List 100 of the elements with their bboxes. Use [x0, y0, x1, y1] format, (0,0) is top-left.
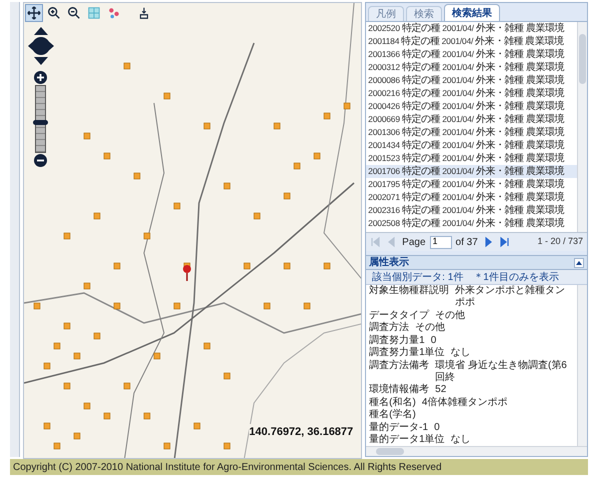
caret-icon	[576, 260, 582, 264]
attribute-value: その他	[415, 322, 446, 334]
table-cell-text: 外来・雑種	[476, 100, 524, 114]
table-cell-text: 特定の種	[402, 112, 440, 126]
table-cell: 2002071	[368, 191, 400, 204]
table-cell-text: 農業環境	[526, 204, 564, 218]
table-row[interactable]: 2001706 特定の種 2001/04/ 外来・雑種 農業環境	[366, 165, 577, 178]
attribute-label: 種名(和名)	[369, 396, 416, 408]
table-cell-text: 外来・雑種	[476, 74, 524, 88]
table-cell: 2000426	[368, 100, 400, 113]
table-cell: 2001184	[368, 35, 400, 48]
table-cell: 2001795	[368, 178, 400, 191]
record-range: 1 - 20 / 737	[537, 235, 583, 248]
page-label: Page	[402, 236, 426, 250]
table-cell: 2001/04/	[442, 152, 474, 165]
table-row[interactable]: 2001434 特定の種 2001/04/ 外来・雑種 農業環境	[366, 139, 577, 152]
table-cell-text: 農業環境	[526, 86, 564, 100]
table-cell-text: 特定の種	[402, 216, 440, 231]
zoom-out-icon	[66, 6, 81, 20]
pan-control-icon[interactable]	[28, 27, 54, 65]
scrollbar[interactable]	[366, 446, 587, 456]
attribute-label: 調査努力量1	[369, 334, 425, 346]
tab[interactable]: 検索	[406, 6, 442, 21]
table-cell-text: 外来・雑種	[476, 152, 524, 166]
table-cell-text: 外来・雑種	[476, 86, 524, 100]
table-cell: 2002316	[368, 204, 400, 217]
panel-title: 属性表示	[369, 256, 410, 270]
table-row[interactable]: 2001184 特定の種 2001/04/ 外来・雑種 農業環境	[366, 35, 577, 48]
table-cell-text: 農業環境	[526, 74, 564, 88]
table-cell-text: 農業環境	[526, 216, 564, 231]
table-cell-text: 農業環境	[526, 152, 564, 166]
attribute-value: 外来タンポポと雑種タンポポ	[455, 285, 566, 309]
scrollbar[interactable]	[577, 22, 587, 232]
attribute-value: 環境省 身近な生き物調査(第6回終	[435, 360, 568, 384]
attribute-value: 0	[434, 422, 440, 434]
slider-thumb[interactable]	[32, 120, 48, 126]
table-cell-text: 外来・雑種	[476, 190, 524, 204]
table-row[interactable]: 2002520 特定の種 2001/04/ 外来・雑種 農業環境	[366, 22, 577, 35]
pan-icon	[26, 6, 41, 20]
table-cell: 2000312	[368, 61, 400, 74]
table-cell-text: 特定の種	[402, 74, 440, 88]
table-cell: 2001/04/	[442, 217, 474, 230]
table-row[interactable]: 2000312 特定の種 2001/04/ 外来・雑種 農業環境	[366, 61, 577, 74]
table-cell-text: 農業環境	[526, 22, 564, 36]
attribute-label: 量的データ1単位	[369, 434, 445, 446]
table-cell-text: 外来・雑種	[476, 164, 524, 178]
table-cell-text: 農業環境	[526, 138, 564, 152]
attribute-value: 4倍体雑種タンポポ	[422, 396, 508, 408]
table-cell: 2000086	[368, 74, 400, 87]
table-row[interactable]: 2001523 特定の種 2001/04/ 外来・雑種 農業環境	[366, 152, 577, 165]
table-cell: 2001/04/	[442, 178, 474, 191]
attribute-label: 調査努力量1単位	[369, 347, 445, 359]
table-cell: 2001706	[368, 165, 400, 178]
table-row[interactable]: 2000669 特定の種 2001/04/ 外来・雑種 農業環境	[366, 113, 577, 126]
table-cell-text: 特定の種	[402, 138, 440, 152]
dots-icon	[106, 6, 121, 20]
scrollbar[interactable]	[577, 285, 587, 446]
table-row[interactable]: 2001366 特定の種 2001/04/ 外来・雑種 農業環境	[366, 48, 577, 61]
zoom-in-icon	[46, 6, 61, 20]
table-cell-text: 農業環境	[526, 60, 564, 74]
table-row[interactable]: 2002508 特定の種 2001/04/ 外来・雑種 農業環境	[366, 217, 577, 230]
table-row[interactable]: 2002316 特定の種 2001/04/ 外来・雑種 農業環境	[366, 204, 577, 217]
table-row[interactable]: 2001306 特定の種 2001/04/ 外来・雑種 農業環境	[366, 126, 577, 139]
table-cell-text: 特定の種	[402, 190, 440, 204]
attribute-value: 52	[435, 384, 446, 396]
table-cell-text: 外来・雑種	[476, 112, 524, 126]
collapse-button[interactable]	[574, 258, 584, 268]
table-row[interactable]: 2002071 特定の種 2001/04/ 外来・雑種 農業環境	[366, 191, 577, 204]
copyright-text: Copyright (C) 2007-2010 National Institute for Agro-Environmental Sciences. All Rights Reserved	[13, 460, 442, 474]
table-cell: 2001/04/	[442, 113, 474, 126]
zoom-slider[interactable]	[34, 85, 46, 153]
toolbar-button[interactable]	[24, 4, 43, 22]
tab[interactable]: 検索結果	[444, 4, 500, 21]
page-input[interactable]: 1	[430, 236, 452, 248]
table-cell: 2001/04/	[442, 48, 474, 61]
table-cell-text: 農業環境	[526, 48, 564, 62]
table-row[interactable]: 2000086 特定の種 2001/04/ 外来・雑種 農業環境	[366, 74, 577, 87]
table-cell-text: 農業環境	[525, 34, 564, 48]
table-row[interactable]: 2000426 特定の種 2001/04/ 外来・雑種 農業環境	[366, 100, 577, 113]
table-row[interactable]: 2001795 特定の種 2001/04/ 外来・雑種 農業環境	[366, 178, 577, 191]
attribute-label: 種名(学名)	[369, 409, 416, 421]
grid-icon	[86, 6, 101, 20]
table-cell-text: 農業環境	[526, 164, 564, 178]
table-cell-text: 農業環境	[526, 126, 564, 140]
table-cell: 2001434	[368, 139, 400, 152]
table-row[interactable]: 2000216 特定の種 2001/04/ 外来・雑種 農業環境	[366, 87, 577, 100]
coordinates-text: 140.76972, 36.16877	[249, 424, 354, 440]
table-cell-text: 外来・雑種	[476, 22, 524, 36]
note-text: ＊1件目のみを表示	[473, 270, 559, 284]
page-count: of 37	[456, 236, 478, 250]
table-cell-text: 特定の種	[402, 178, 440, 192]
last-page-button[interactable]	[498, 236, 510, 248]
table-cell: 2001306	[368, 126, 400, 139]
attribute-label: 調査方法	[369, 322, 410, 334]
table-cell: 2000216	[368, 87, 400, 100]
table-cell-text: 特定の種	[402, 100, 440, 114]
table-cell: 2001/04/	[442, 35, 474, 48]
table-cell-text: 外来・雑種	[476, 204, 524, 218]
table-cell: 2001/04/	[442, 74, 474, 87]
table-cell: 2001/04/	[442, 191, 474, 204]
